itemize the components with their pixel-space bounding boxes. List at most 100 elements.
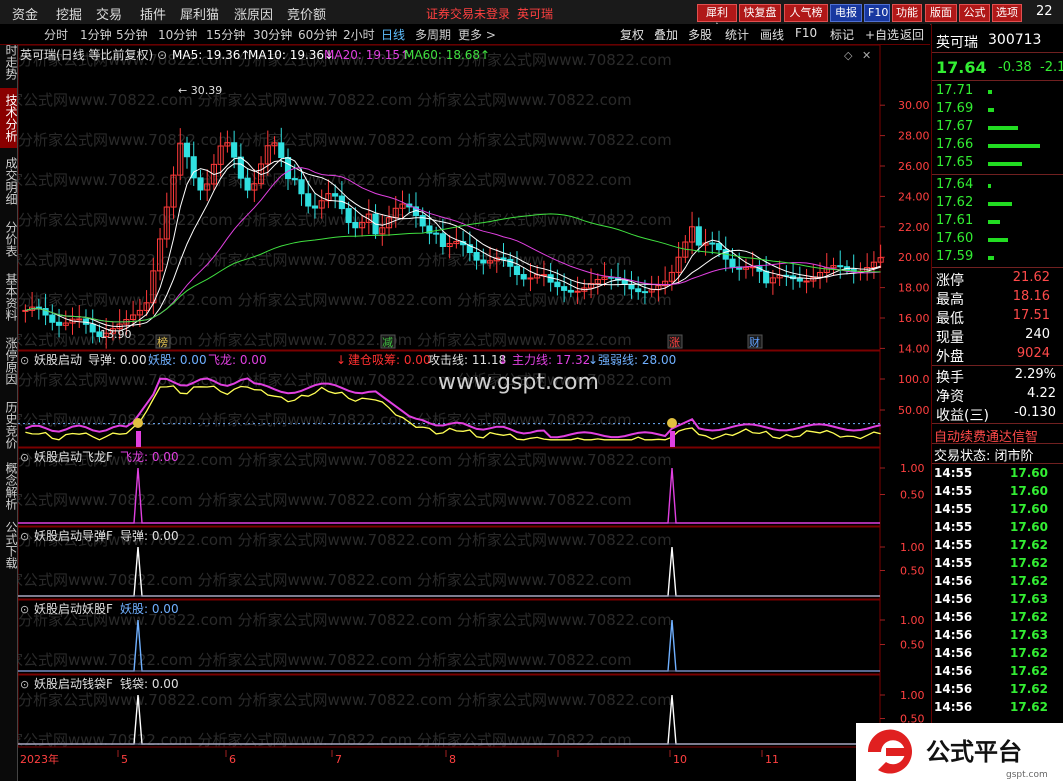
tool-button-6[interactable]: 版面 — [925, 4, 957, 22]
sub-panel-value-0: 飞龙: 0.00 — [120, 450, 179, 464]
indicator-value-0: 导弹: 0.00 — [88, 353, 147, 367]
candle-body — [709, 242, 716, 245]
tool-button-3[interactable]: 电报 — [830, 4, 862, 22]
left-tab-1[interactable]: 技术分析 — [0, 88, 18, 148]
tick-price: 17.62 — [1010, 538, 1048, 552]
tick-price: 17.62 — [1010, 574, 1048, 588]
left-tab-3[interactable]: 分价表 — [0, 214, 18, 264]
tool-button-5[interactable]: 功能 — [892, 4, 922, 22]
candle-body — [284, 156, 292, 180]
left-tab-7[interactable]: 概念解析 — [0, 458, 18, 514]
chart-tool-1[interactable]: 叠加 — [654, 26, 678, 43]
left-tab-2[interactable]: 成交明细 — [0, 150, 18, 212]
sub-y-tick-2-0: 1.00 — [900, 614, 925, 627]
main-title: 英可瑞(日线 等比前复权) — [20, 47, 153, 62]
tick-price: 17.62 — [1010, 610, 1048, 624]
tick-time: 14:55 — [934, 502, 973, 516]
period-9[interactable]: 多周期 — [415, 26, 451, 43]
candle-body — [419, 215, 426, 227]
candle-body — [507, 258, 514, 267]
ask-volume-bar-0 — [988, 90, 992, 94]
period-4[interactable]: 15分钟 — [206, 26, 245, 43]
watermark: 分析家公式网www.70822.com 分析家公式网www.70822.com … — [18, 491, 632, 509]
period-7[interactable]: 2小时 — [343, 26, 375, 43]
chart-tool-8[interactable]: 返回 — [900, 26, 924, 43]
tool-button-1[interactable]: 快复盘 — [739, 4, 781, 22]
login-alert[interactable]: 证券交易未登录 — [426, 5, 510, 22]
indicator-value-3: 建仓吸筹: 0.00 — [348, 353, 431, 367]
candle-body — [311, 205, 319, 209]
sub-panel-name-2: 妖股启动妖股F — [34, 602, 113, 616]
y-tick-main-2: 26.00 — [898, 160, 930, 173]
moneybag-icon-0 — [133, 418, 143, 428]
chart-tool-6[interactable]: 标记 — [830, 26, 854, 43]
bid-price-0: 17.64 — [936, 177, 974, 192]
stat-label-1: 最高 — [936, 292, 964, 308]
x-month-2: 7 — [335, 753, 342, 766]
menu-item-3[interactable]: 插件 — [140, 4, 166, 23]
ask-price-0: 17.71 — [936, 83, 974, 98]
chart-tool-7[interactable]: +自选 — [865, 26, 899, 43]
candle-body — [49, 314, 56, 323]
watermark: 分析家公式网www.70822.com 分析家公式网www.70822.com … — [18, 171, 632, 189]
ma-label-3: MA60: 18.68↑ — [404, 48, 490, 62]
diamond-icon: ◇ — [844, 49, 853, 62]
period-10[interactable]: 更多 > — [458, 26, 496, 43]
candle-body — [635, 288, 642, 293]
chart-tool-5[interactable]: F10 — [795, 26, 817, 40]
tool-button-4[interactable]: F10 — [864, 4, 890, 22]
left-tab-5[interactable]: 涨停原因 — [0, 330, 18, 392]
ask-price-1: 17.69 — [936, 101, 974, 116]
period-2[interactable]: 5分钟 — [116, 26, 148, 43]
chart-tool-2[interactable]: 多股 — [688, 26, 712, 43]
left-tab-6[interactable]: 历史竞价 — [0, 394, 18, 456]
menu-item-0[interactable]: 资金 — [12, 4, 38, 23]
candle-body — [641, 291, 648, 294]
signal-bar-1 — [670, 431, 675, 447]
period-0[interactable]: 分时 — [44, 26, 68, 43]
period-8[interactable]: 日线 — [381, 26, 405, 43]
left-tab-8[interactable]: 公式下载 — [0, 516, 18, 574]
chart-area[interactable]: 分析家公式网www.70822.com 分析家公式网www.70822.com … — [18, 45, 930, 781]
bid-volume-bar-1 — [988, 202, 1012, 206]
indicator-yaogu[interactable]: ⊙ 妖股启动 导弹: 0.00 妖股: 0.00 飞龙: 0.00 建仓吸筹: 0.00攻… — [18, 353, 930, 447]
tool-button-0[interactable]: 犀利宝 — [697, 4, 737, 35]
badge-text: 公式平台 — [926, 738, 1022, 766]
chart-tool-3[interactable]: 统计 — [725, 26, 749, 43]
high-label: ← 30.39 — [178, 84, 222, 97]
trade-status: 交易状态: 闭市阶 — [934, 449, 1034, 464]
tool-button-8[interactable]: 选项 — [992, 4, 1022, 22]
tool-button-7[interactable]: 公式 — [959, 4, 990, 22]
period-5[interactable]: 30分钟 — [253, 26, 292, 43]
tick-price: 17.60 — [1010, 502, 1048, 516]
tick-row: 14:55 17.62 — [934, 538, 1061, 556]
svg-text:⊙: ⊙ — [20, 354, 29, 367]
period-6[interactable]: 60分钟 — [298, 26, 337, 43]
menu-item-1[interactable]: 挖掘 — [56, 4, 82, 23]
candle-body — [574, 290, 581, 293]
chart-tool-0[interactable]: 复权 — [620, 26, 644, 43]
period-3[interactable]: 10分钟 — [158, 26, 197, 43]
indicator-watermark: www.gspt.com — [438, 370, 599, 395]
tick-row: 14:55 17.60 — [934, 484, 1061, 502]
menu-item-5[interactable]: 涨原因 — [234, 4, 273, 23]
period-1[interactable]: 1分钟 — [80, 26, 112, 43]
menu-item-6[interactable]: 竞价额 — [287, 4, 326, 23]
tick-time: 14:56 — [934, 592, 973, 606]
left-tab-4[interactable]: 基本资料 — [0, 266, 18, 328]
watermark: 分析家公式网www.70822.com 分析家公式网www.70822.com … — [18, 91, 632, 109]
menu-item-4[interactable]: 犀利猫 — [180, 4, 219, 23]
chart-tool-4[interactable]: 画线 — [760, 26, 784, 43]
ask-price-2: 17.67 — [936, 119, 974, 134]
stock-link[interactable]: 英可瑞 — [517, 5, 553, 22]
candle-body — [715, 243, 723, 251]
tick-row: 14:56 17.62 — [934, 682, 1061, 700]
y-tick-ind-1: 50.00 — [898, 404, 930, 417]
svg-text:↓: ↓ — [336, 353, 346, 367]
candle-body — [332, 193, 339, 197]
candle-body — [561, 286, 568, 291]
y-tick-main-3: 24.00 — [898, 190, 930, 203]
clock: 22 — [1036, 4, 1053, 19]
tool-button-2[interactable]: 人气榜 — [784, 4, 828, 22]
menu-item-2[interactable]: 交易 — [96, 4, 122, 23]
